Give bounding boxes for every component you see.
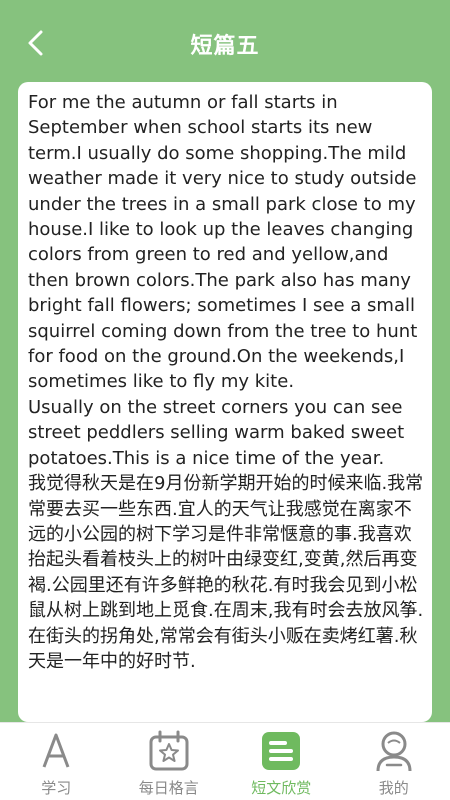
article-card: For me the autumn or fall starts in Sept… — [18, 82, 432, 722]
tab-article-appreciation[interactable]: 短文欣赏 — [225, 723, 338, 800]
tab-label: 短文欣赏 — [251, 779, 312, 797]
tab-mine[interactable]: 我的 — [338, 723, 450, 800]
tab-label: 每日格言 — [138, 779, 199, 797]
document-icon — [262, 732, 301, 770]
article-text: For me the autumn or fall starts in Sept… — [28, 90, 424, 674]
user-icon — [376, 731, 412, 772]
tab-label: 我的 — [378, 779, 409, 797]
tab-study[interactable]: 学习 — [0, 723, 113, 800]
article-paragraph: For me the autumn or fall starts in Sept… — [28, 92, 418, 393]
article-paragraph: Usually on the street corners you can se… — [28, 396, 405, 469]
bottom-tab-bar: 学习 每日格言 短文欣赏 我的 — [0, 722, 450, 800]
page-title: 短篇五 — [190, 34, 260, 59]
tab-label: 学习 — [41, 779, 72, 797]
tab-daily-quote[interactable]: 每日格言 — [113, 723, 226, 800]
article-paragraph: 我觉得秋天是在9月份新学期开始的时候来临.我常常要去买一些东西.宜人的天气让我感… — [28, 473, 424, 672]
letter-a-icon — [42, 733, 70, 768]
header-bar: 短篇五 — [0, 0, 450, 82]
calendar-star-icon — [149, 730, 189, 771]
